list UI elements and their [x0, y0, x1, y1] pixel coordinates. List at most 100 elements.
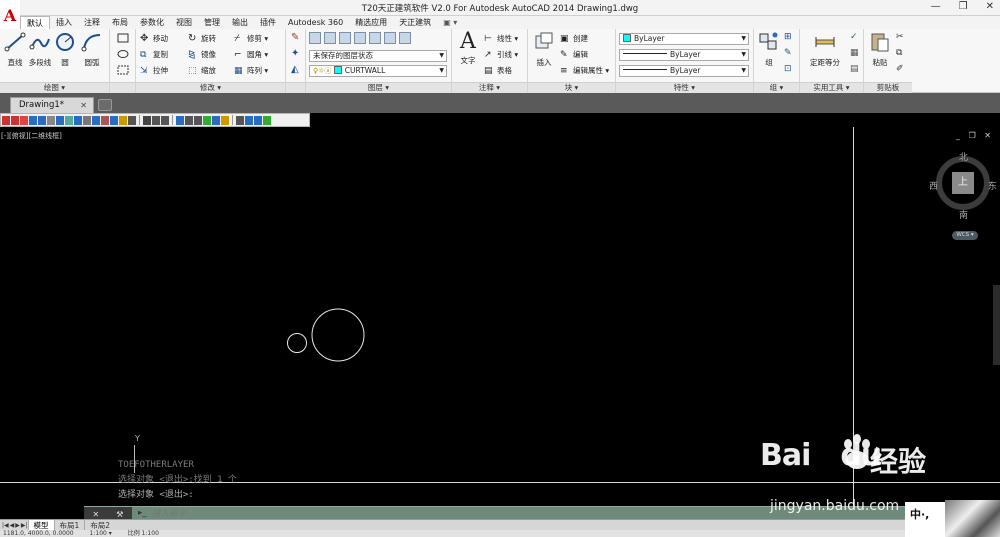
group-tool[interactable]: 组	[756, 31, 782, 68]
offset-icon[interactable]: ◭	[291, 64, 299, 75]
viewcube-top-face[interactable]: 上	[952, 172, 974, 194]
compass-south[interactable]: 南	[959, 208, 968, 221]
layers-panel-title[interactable]: 图层 ▾	[306, 82, 451, 93]
tab-default[interactable]: 默认	[20, 16, 50, 29]
copy-tool[interactable]: ⧉ 复制	[140, 48, 168, 61]
navigation-bar[interactable]	[993, 285, 1000, 365]
tool-symbol-icon[interactable]	[92, 115, 100, 125]
tab-model[interactable]: 模型	[27, 519, 54, 531]
block-panel-title[interactable]: 块 ▾	[528, 82, 615, 93]
edit-block-tool[interactable]: ✎ 编辑	[560, 48, 588, 61]
stretch-tool[interactable]: ⇲ 拉伸	[140, 64, 168, 77]
command-input[interactable]	[152, 508, 452, 519]
text-tool[interactable]: A 文字	[455, 31, 481, 66]
modify-panel-title[interactable]: 修改 ▾	[136, 82, 285, 93]
line-tool[interactable]: 直线	[2, 31, 28, 68]
copy-clip-icon[interactable]: ⧉	[896, 48, 902, 58]
tool-grid-icon[interactable]	[2, 115, 10, 125]
last-layout-icon[interactable]: ▶|	[21, 522, 28, 529]
match-properties-icon[interactable]: ✐	[896, 64, 904, 74]
tool-column-icon[interactable]	[20, 115, 28, 125]
layer-isolate-icon[interactable]	[339, 32, 351, 44]
tab-tangent-architecture[interactable]: 天正建筑	[393, 16, 437, 29]
rectangle-icon[interactable]	[117, 33, 129, 43]
tool-room-icon[interactable]	[74, 115, 82, 125]
tool-pan-icon[interactable]	[236, 115, 244, 125]
compass-north[interactable]: 北	[959, 150, 968, 163]
layer-match-icon[interactable]	[384, 32, 396, 44]
tool-section-icon[interactable]	[101, 115, 109, 125]
fillet-tool[interactable]: ⌐ 圆角 ▾	[234, 48, 268, 61]
tab-annotate[interactable]: 注释	[78, 16, 106, 29]
viewport-controls[interactable]: _ ❐ ✕	[956, 131, 994, 140]
create-block-tool[interactable]: ▣ 创建	[560, 32, 588, 45]
circle-tool[interactable]: 圆	[52, 31, 78, 68]
prev-layout-icon[interactable]: ◀	[10, 522, 15, 529]
tab-options-menu[interactable]: ▣ ▾	[437, 16, 463, 29]
close-command-line-icon[interactable]: ✕	[93, 510, 100, 519]
restore-button[interactable]: ❐	[959, 1, 968, 12]
tool-area-icon[interactable]	[203, 115, 211, 125]
insert-block-tool[interactable]: 插入	[531, 31, 557, 68]
tab-manage[interactable]: 管理	[198, 16, 226, 29]
move-tool[interactable]: ✥ 移动	[140, 32, 168, 45]
measure-tool[interactable]: 定距等分	[808, 31, 842, 68]
tab-parametric[interactable]: 参数化	[134, 16, 170, 29]
tool-hatch-icon[interactable]	[143, 115, 151, 125]
group-edit-icon[interactable]: ✎	[784, 48, 792, 58]
first-layout-icon[interactable]: |◀	[2, 522, 9, 529]
erase-icon[interactable]: ✎	[291, 32, 299, 43]
tool-dim-icon[interactable]	[83, 115, 91, 125]
layer-freeze-icon[interactable]	[354, 32, 366, 44]
layer-properties-icon[interactable]	[309, 32, 321, 44]
linear-dim-tool[interactable]: ⊢ 线性 ▾	[484, 32, 518, 45]
annotation-scale[interactable]: 比例 1:100	[128, 530, 159, 537]
quick-calc-icon[interactable]: ✓	[850, 32, 858, 42]
tool-align-icon[interactable]	[185, 115, 193, 125]
region-icon[interactable]	[117, 65, 129, 75]
tool-layer-icon[interactable]	[161, 115, 169, 125]
table-tool[interactable]: ▤ 表格	[484, 64, 512, 77]
tool-block-icon[interactable]	[152, 115, 160, 125]
large-circle[interactable]	[311, 308, 365, 362]
minimize-button[interactable]: —	[931, 1, 941, 12]
compass-west[interactable]: 西	[929, 179, 938, 192]
explode-icon[interactable]: ✦	[291, 48, 299, 59]
new-drawing-tab-button[interactable]	[98, 99, 112, 111]
application-menu-button[interactable]: A	[0, 0, 20, 30]
tool-wall-icon[interactable]	[29, 115, 37, 125]
tool-zoom-icon[interactable]	[245, 115, 253, 125]
ime-indicator[interactable]: 中·,	[905, 502, 945, 537]
group-panel-title[interactable]: 组 ▾	[754, 82, 799, 93]
layer-lock-icon[interactable]	[369, 32, 381, 44]
utilities-panel-title[interactable]: 实用工具 ▾	[800, 82, 863, 93]
leader-tool[interactable]: ↗ 引线 ▾	[484, 48, 518, 61]
tool-red-icon[interactable]	[11, 115, 19, 125]
rotate-tool[interactable]: ↻ 旋转	[188, 32, 216, 45]
array-tool[interactable]: ▦ 阵列 ▾	[234, 64, 268, 77]
paste-tool[interactable]: 粘贴	[867, 31, 893, 68]
compass-east[interactable]: 东	[988, 179, 997, 192]
id-point-icon[interactable]: ▤	[850, 64, 859, 74]
layer-previous-icon[interactable]	[399, 32, 411, 44]
tab-view[interactable]: 视图	[170, 16, 198, 29]
tool-axis-icon[interactable]	[56, 115, 64, 125]
tool-stair-icon[interactable]	[65, 115, 73, 125]
clipboard-panel-title[interactable]: 剪贴板	[864, 82, 912, 93]
tool-view-icon[interactable]	[263, 115, 271, 125]
layout-nav-arrows[interactable]: |◀ ◀ ▶ ▶|	[2, 522, 28, 529]
scale-dropdown[interactable]: 1:100 ▾	[90, 530, 112, 537]
viewport-label[interactable]: [-][俯视][二维线框]	[1, 131, 62, 141]
customize-wrench-icon[interactable]: ⚒	[116, 510, 123, 519]
tab-layout[interactable]: 布局	[106, 16, 134, 29]
wcs-menu[interactable]: WCS ▾	[952, 231, 978, 240]
mirror-tool[interactable]: ⧎ 镜像	[188, 48, 216, 61]
tab-insert[interactable]: 插入	[50, 16, 78, 29]
tool-stretch-icon[interactable]	[176, 115, 184, 125]
tool-door-icon[interactable]	[38, 115, 46, 125]
polyline-tool[interactable]: 多段线	[27, 31, 53, 68]
group-select-icon[interactable]: ⊡	[784, 64, 792, 74]
tool-text-icon[interactable]	[119, 115, 127, 125]
lineweight-dropdown[interactable]: ByLayer ▼	[619, 65, 749, 77]
tool-table-icon[interactable]	[128, 115, 136, 125]
